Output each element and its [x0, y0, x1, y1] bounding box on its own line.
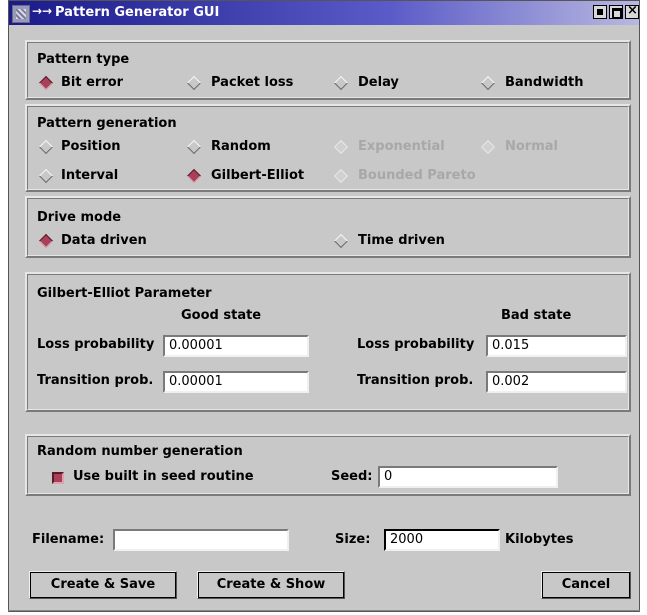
seed-label: Seed:	[331, 469, 373, 484]
bad-transition-prob-input[interactable]: 0.002	[486, 371, 627, 393]
radio-delay-label[interactable]: Delay	[358, 75, 399, 90]
minimize-button[interactable]	[593, 5, 607, 19]
radio-time-driven-label[interactable]: Time driven	[358, 233, 445, 248]
size-label: Size:	[335, 532, 371, 547]
bad-transition-prob-label: Transition prob.	[357, 373, 474, 388]
radio-time-driven-indicator[interactable]	[334, 234, 348, 248]
bad-state-label: Bad state	[501, 308, 572, 323]
drive-mode-heading: Drive mode	[37, 210, 122, 225]
radio-delay-indicator[interactable]	[334, 76, 348, 90]
radio-interval-label[interactable]: Interval	[61, 168, 118, 183]
create-show-button[interactable]: Create & Show	[197, 571, 345, 599]
good-transition-prob-input[interactable]: 0.00001	[163, 371, 309, 393]
bad-loss-probability-input[interactable]: 0.015	[486, 335, 627, 357]
good-loss-probability-input[interactable]: 0.00001	[163, 335, 309, 357]
radio-bit-error-indicator[interactable]	[39, 76, 53, 90]
radio-bandwidth-label[interactable]: Bandwidth	[505, 75, 583, 90]
radio-random-indicator[interactable]	[187, 140, 201, 154]
maximize-button[interactable]	[609, 5, 623, 19]
good-transition-prob-label: Transition prob.	[37, 373, 154, 388]
radio-bit-error-label[interactable]: Bit error	[61, 75, 123, 90]
pattern-type-heading: Pattern type	[37, 52, 130, 67]
radio-gilbert-elliot-indicator[interactable]	[187, 169, 201, 183]
radio-interval-indicator[interactable]	[39, 169, 53, 183]
radio-bounded-pareto-indicator	[334, 169, 348, 183]
window-title: Pattern Generator GUI	[55, 5, 220, 20]
bad-loss-probability-label: Loss probability	[357, 337, 475, 352]
random-number-frame: Random number generation Use built in se…	[25, 434, 631, 496]
radio-data-driven-indicator[interactable]	[39, 234, 53, 248]
use-builtin-seed-label[interactable]: Use built in seed routine	[73, 469, 254, 484]
drive-mode-frame: Drive mode Data driven Time driven	[25, 196, 631, 258]
radio-position-label[interactable]: Position	[61, 139, 121, 154]
size-input[interactable]: 2000	[384, 529, 500, 551]
pattern-generation-frame: Pattern generation Position Random Expon…	[25, 104, 631, 192]
title-bar[interactable]: →→ Pattern Generator GUI ×	[9, 1, 639, 25]
radio-normal-indicator	[481, 140, 495, 154]
radio-exponential-indicator	[334, 140, 348, 154]
pattern-type-frame: Pattern type Bit error Packet loss Delay…	[25, 40, 631, 100]
good-state-label: Good state	[181, 308, 262, 323]
cancel-button[interactable]: Cancel	[541, 571, 631, 599]
radio-data-driven-label[interactable]: Data driven	[61, 233, 147, 248]
close-button[interactable]: ×	[625, 3, 639, 19]
gilbert-elliot-frame: Gilbert-Elliot Parameter Good state Bad …	[25, 272, 631, 412]
good-loss-probability-label: Loss probability	[37, 337, 155, 352]
radio-packet-loss-label[interactable]: Packet loss	[211, 75, 293, 90]
close-icon: ×	[627, 3, 638, 18]
use-builtin-seed-check-indicator[interactable]	[52, 472, 64, 484]
app-menu-icon[interactable]	[12, 5, 30, 23]
radio-random-label[interactable]: Random	[211, 139, 271, 154]
radio-position-indicator[interactable]	[39, 140, 53, 154]
radio-exponential-label: Exponential	[358, 139, 445, 154]
size-unit-label: Kilobytes	[505, 532, 574, 547]
radio-bounded-pareto-label: Bounded Pareto	[358, 168, 476, 183]
random-number-heading: Random number generation	[37, 444, 243, 459]
gilbert-elliot-heading: Gilbert-Elliot Parameter	[37, 286, 212, 301]
window-bottom-edge	[8, 610, 640, 611]
radio-gilbert-elliot-label[interactable]: Gilbert-Elliot	[211, 168, 304, 183]
radio-normal-label: Normal	[505, 139, 558, 154]
seed-input[interactable]: 0	[378, 466, 558, 488]
filename-label: Filename:	[32, 532, 105, 547]
title-arrow-icon: →→	[32, 4, 53, 18]
radio-packet-loss-indicator[interactable]	[187, 76, 201, 90]
pattern-generator-window: →→ Pattern Generator GUI × Pattern type …	[8, 0, 640, 612]
radio-bandwidth-indicator[interactable]	[481, 76, 495, 90]
pattern-generation-heading: Pattern generation	[37, 116, 177, 131]
filename-input[interactable]	[113, 529, 289, 551]
create-save-button[interactable]: Create & Save	[29, 571, 177, 599]
